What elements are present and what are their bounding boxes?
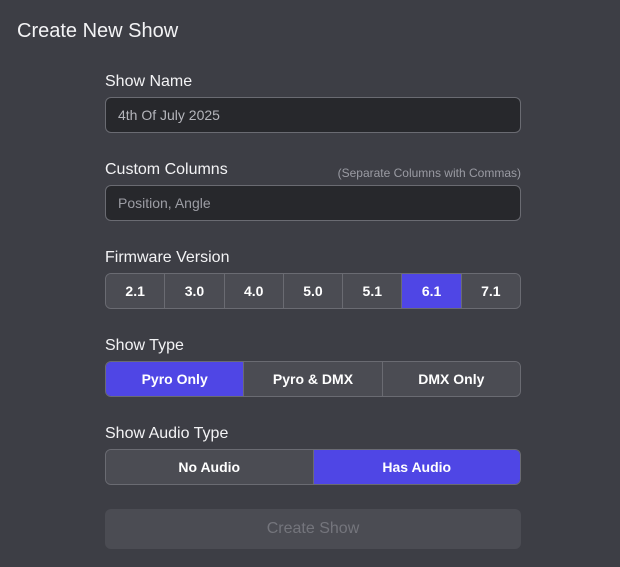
create-show-button[interactable]: Create Show <box>105 509 521 549</box>
custom-columns-hint: (Separate Columns with Commas) <box>337 166 521 180</box>
show-type-pyro-only[interactable]: Pyro Only <box>106 362 245 396</box>
firmware-version-selector: 2.1 3.0 4.0 5.0 5.1 6.1 7.1 <box>105 273 521 309</box>
show-type-label: Show Type <box>105 337 184 354</box>
show-audio-type-label: Show Audio Type <box>105 425 229 442</box>
firmware-option-3-0[interactable]: 3.0 <box>165 274 225 308</box>
firmware-version-label: Firmware Version <box>105 249 230 266</box>
firmware-option-7-1[interactable]: 7.1 <box>461 274 520 308</box>
firmware-option-2-1[interactable]: 2.1 <box>106 274 166 308</box>
custom-columns-input[interactable] <box>105 185 521 221</box>
show-name-input[interactable] <box>105 97 521 133</box>
audio-type-has-audio[interactable]: Has Audio <box>313 450 520 484</box>
create-show-dialog: Create New Show Show Name Custom Columns… <box>0 0 620 567</box>
firmware-option-5-0[interactable]: 5.0 <box>283 274 344 308</box>
dialog-title: Create New Show <box>17 20 179 42</box>
audio-type-no-audio[interactable]: No Audio <box>106 450 314 484</box>
show-type-selector: Pyro Only Pyro & DMX DMX Only <box>105 361 521 397</box>
show-audio-type-selector: No Audio Has Audio <box>105 449 521 485</box>
show-type-dmx-only[interactable]: DMX Only <box>382 362 520 396</box>
custom-columns-label: Custom Columns <box>105 161 228 178</box>
firmware-option-4-0[interactable]: 4.0 <box>224 274 284 308</box>
firmware-option-6-1[interactable]: 6.1 <box>402 274 462 308</box>
show-type-pyro-dmx[interactable]: Pyro & DMX <box>244 362 383 396</box>
show-name-label: Show Name <box>105 73 193 90</box>
firmware-option-5-1[interactable]: 5.1 <box>343 274 403 308</box>
